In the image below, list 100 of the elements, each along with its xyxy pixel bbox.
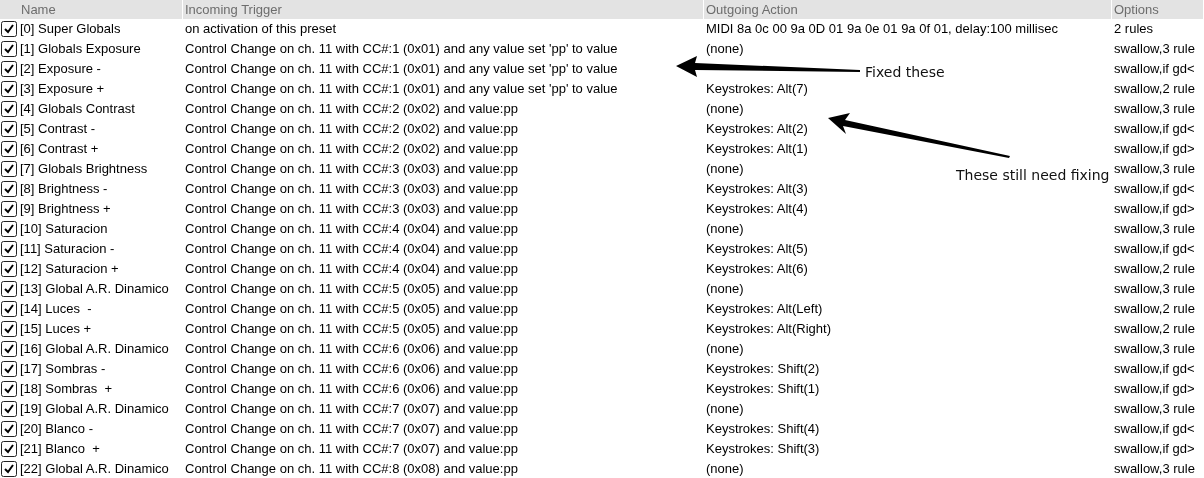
checkbox[interactable] bbox=[1, 101, 17, 117]
options-cell: swallow,3 rule bbox=[1114, 341, 1195, 357]
checkbox[interactable] bbox=[1, 241, 17, 257]
action-cell: (none) bbox=[706, 281, 744, 297]
options-cell: swallow,2 rule bbox=[1114, 321, 1195, 337]
checkbox[interactable] bbox=[1, 21, 17, 37]
trigger-cell: Control Change on ch. 11 with CC#:2 (0x02) and value:pp bbox=[185, 141, 518, 157]
preset-name: [18] Sombras + bbox=[20, 380, 113, 399]
trigger-cell: Control Change on ch. 11 with CC#:4 (0x04) and value:pp bbox=[185, 221, 518, 237]
preset-name: [22] Global A.R. Dinamico bbox=[20, 460, 169, 478]
trigger-cell: Control Change on ch. 11 with CC#:6 (0x06) and value:pp bbox=[185, 341, 518, 357]
checkbox[interactable] bbox=[1, 461, 17, 477]
checkbox[interactable] bbox=[1, 141, 17, 157]
options-cell: swallow,3 rule bbox=[1114, 41, 1195, 57]
options-cell: swallow,if gd< bbox=[1114, 121, 1195, 137]
preset-name: [17] Sombras - bbox=[20, 360, 106, 379]
checkbox[interactable] bbox=[1, 41, 17, 57]
action-cell: (none) bbox=[706, 161, 744, 177]
preset-name: [16] Global A.R. Dinamico bbox=[20, 340, 169, 359]
checkbox[interactable] bbox=[1, 81, 17, 97]
options-cell: swallow,2 rule bbox=[1114, 301, 1195, 317]
options-cell: swallow,2 rule bbox=[1114, 81, 1195, 97]
trigger-cell: Control Change on ch. 11 with CC#:8 (0x08) and value:pp bbox=[185, 461, 518, 477]
action-cell: Keystrokes: Shift(2) bbox=[706, 361, 820, 377]
action-cell: (none) bbox=[706, 461, 744, 477]
preset-name: [14] Luces - bbox=[20, 300, 92, 319]
trigger-cell: Control Change on ch. 11 with CC#:6 (0x06) and value:pp bbox=[185, 361, 518, 377]
preset-name: [20] Blanco - bbox=[20, 420, 93, 439]
checkbox[interactable] bbox=[1, 321, 17, 337]
action-cell: (none) bbox=[706, 101, 744, 117]
trigger-cell: Control Change on ch. 11 with CC#:5 (0x05) and value:pp bbox=[185, 281, 518, 297]
options-cell: swallow,if gd< bbox=[1114, 241, 1195, 257]
preset-name: [3] Exposure + bbox=[20, 80, 105, 99]
checkbox[interactable] bbox=[1, 261, 17, 277]
trigger-cell: Control Change on ch. 11 with CC#:2 (0x02) and value:pp bbox=[185, 101, 518, 117]
preset-name: [7] Globals Brightness bbox=[20, 160, 148, 179]
options-cell: swallow,3 rule bbox=[1114, 221, 1195, 237]
checkbox[interactable] bbox=[1, 161, 17, 177]
checkbox[interactable] bbox=[1, 121, 17, 137]
checkbox[interactable] bbox=[1, 61, 17, 77]
action-cell: Keystrokes: Alt(4) bbox=[706, 201, 808, 217]
action-cell: MIDI 8a 0c 00 9a 0D 01 9a 0e 01 9a 0f 01, delay:100 millisec bbox=[706, 21, 1058, 37]
action-cell: Keystrokes: Shift(3) bbox=[706, 441, 820, 457]
checkbox[interactable] bbox=[1, 361, 17, 377]
column-header[interactable]: Name bbox=[0, 0, 183, 19]
preset-name: [4] Globals Contrast bbox=[20, 100, 135, 119]
trigger-cell: Control Change on ch. 11 with CC#:7 (0x07) and value:pp bbox=[185, 441, 518, 457]
trigger-cell: on activation of this preset bbox=[185, 21, 337, 37]
action-cell: (none) bbox=[706, 401, 744, 417]
checkbox[interactable] bbox=[1, 441, 17, 457]
options-cell: swallow,3 rule bbox=[1114, 101, 1195, 117]
preset-name: [12] Saturacion + bbox=[20, 260, 119, 279]
trigger-cell: Control Change on ch. 11 with CC#:1 (0x01) and any value set 'pp' to value bbox=[185, 41, 618, 57]
trigger-cell: Control Change on ch. 11 with CC#:1 (0x01) and any value set 'pp' to value bbox=[185, 81, 618, 97]
checkbox[interactable] bbox=[1, 421, 17, 437]
trigger-cell: Control Change on ch. 11 with CC#:4 (0x04) and value:pp bbox=[185, 241, 518, 257]
column-header[interactable]: Incoming Trigger bbox=[183, 0, 704, 19]
annotation-text: Fixed these bbox=[865, 63, 945, 82]
action-cell: Keystrokes: Alt(Left) bbox=[706, 301, 823, 317]
action-cell: (none) bbox=[706, 41, 744, 57]
options-cell: swallow,if gd> bbox=[1114, 381, 1195, 397]
options-cell: swallow,if gd< bbox=[1114, 361, 1195, 377]
trigger-cell: Control Change on ch. 11 with CC#:5 (0x05) and value:pp bbox=[185, 321, 518, 337]
checkbox[interactable] bbox=[1, 221, 17, 237]
preset-name: [0] Super Globals bbox=[20, 20, 121, 39]
preset-name: [9] Brightness + bbox=[20, 200, 111, 219]
action-cell: Keystrokes: Alt(6) bbox=[706, 261, 808, 277]
checkbox[interactable] bbox=[1, 301, 17, 317]
preset-name: [11] Saturacion - bbox=[20, 240, 115, 259]
action-cell: Keystrokes: Alt(2) bbox=[706, 121, 808, 137]
checkbox[interactable] bbox=[1, 341, 17, 357]
action-cell: Keystrokes: Alt(1) bbox=[706, 141, 808, 157]
action-cell: Keystrokes: Shift(4) bbox=[706, 421, 820, 437]
options-cell: swallow,3 rule bbox=[1114, 281, 1195, 297]
checkbox[interactable] bbox=[1, 181, 17, 197]
checkbox[interactable] bbox=[1, 381, 17, 397]
column-header[interactable]: Options bbox=[1112, 0, 1204, 19]
options-cell: swallow,if gd< bbox=[1114, 61, 1195, 77]
action-cell: Keystrokes: Shift(1) bbox=[706, 381, 820, 397]
action-cell: Keystrokes: Alt(5) bbox=[706, 241, 808, 257]
trigger-cell: Control Change on ch. 11 with CC#:6 (0x06) and value:pp bbox=[185, 381, 518, 397]
checkbox[interactable] bbox=[1, 201, 17, 217]
action-cell: Keystrokes: Alt(7) bbox=[706, 81, 808, 97]
trigger-cell: Control Change on ch. 11 with CC#:3 (0x03) and value:pp bbox=[185, 181, 518, 197]
column-header[interactable]: Outgoing Action bbox=[704, 0, 1112, 19]
options-cell: swallow,if gd< bbox=[1114, 421, 1195, 437]
preset-name: [21] Blanco + bbox=[20, 440, 100, 459]
preset-name: [2] Exposure - bbox=[20, 60, 101, 79]
checkbox[interactable] bbox=[1, 401, 17, 417]
options-cell: swallow,2 rule bbox=[1114, 261, 1195, 277]
preset-name: [13] Global A.R. Dinamico bbox=[20, 280, 169, 299]
action-cell: (none) bbox=[706, 341, 744, 357]
trigger-cell: Control Change on ch. 11 with CC#:3 (0x03) and value:pp bbox=[185, 161, 518, 177]
options-cell: swallow,3 rule bbox=[1114, 161, 1195, 177]
trigger-cell: Control Change on ch. 11 with CC#:7 (0x07) and value:pp bbox=[185, 421, 518, 437]
action-cell: Keystrokes: Alt(3) bbox=[706, 181, 808, 197]
preset-name: [10] Saturacion bbox=[20, 220, 108, 239]
options-cell: swallow,3 rule bbox=[1114, 461, 1195, 477]
options-cell: swallow,if gd> bbox=[1114, 201, 1195, 217]
checkbox[interactable] bbox=[1, 281, 17, 297]
